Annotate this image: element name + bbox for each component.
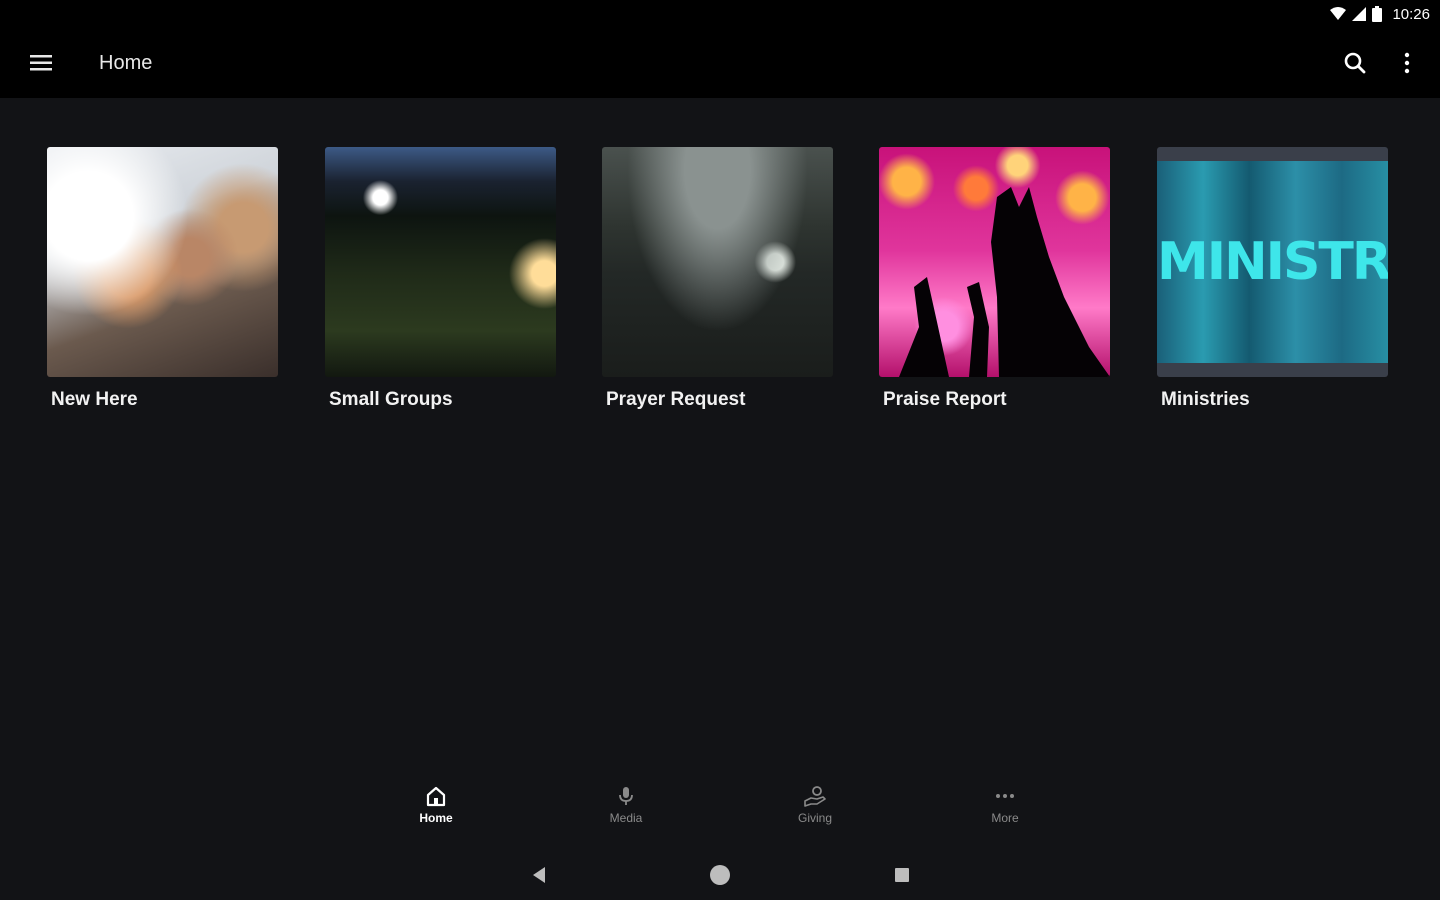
tile-small-groups[interactable]: Small Groups [325, 147, 556, 411]
search-icon [1344, 52, 1366, 74]
recents-icon [895, 868, 909, 882]
search-button[interactable] [1336, 44, 1374, 82]
bottom-navigation: Home Media Giving More [0, 785, 1440, 845]
page-title: Home [99, 52, 153, 74]
tile-label: Prayer Request [606, 389, 746, 410]
system-recents-button[interactable] [887, 860, 917, 890]
system-back-button[interactable] [524, 860, 554, 890]
tile-ministries[interactable]: MINISTRIES Ministries [1157, 147, 1388, 411]
more-horiz-icon [996, 794, 1014, 798]
home-icon [426, 786, 446, 807]
microphone-icon [619, 787, 633, 805]
nav-label: Media [609, 811, 643, 825]
overflow-menu-button[interactable] [1390, 44, 1424, 82]
clock-time: 10:26 [1392, 5, 1430, 23]
raised-hands-concert-photo [879, 147, 1110, 377]
nav-label: Home [419, 811, 453, 825]
nav-label: Giving [797, 811, 832, 825]
back-icon [533, 867, 545, 883]
tile-label: Praise Report [883, 389, 1007, 410]
signal-icon [1352, 7, 1367, 21]
system-home-button[interactable] [705, 860, 735, 890]
tile-new-here[interactable]: New Here [47, 147, 278, 411]
giving-hand-icon [804, 786, 826, 807]
tile-prayer-request[interactable]: Prayer Request [602, 147, 833, 411]
tile-label: New Here [51, 389, 138, 410]
app-bar: Home [0, 28, 1440, 98]
tile-label: Small Groups [329, 389, 453, 410]
system-navigation-bar [0, 848, 1440, 900]
battery-icon [1372, 6, 1383, 22]
ministries-graphic: MINISTRIES [1157, 147, 1388, 377]
nav-media[interactable]: Media [586, 785, 666, 843]
raised-hands-silhouette [899, 187, 1110, 377]
more-vert-icon [1404, 52, 1410, 74]
wifi-icon [1330, 7, 1347, 20]
nav-home[interactable]: Home [396, 785, 476, 843]
nav-label: More [991, 811, 1019, 825]
people-laughing-photo [47, 147, 278, 377]
home-circle-icon [710, 865, 730, 885]
worship-crowd-photo [602, 147, 833, 377]
menu-button[interactable] [22, 44, 60, 82]
tile-praise-report[interactable]: Praise Report [879, 147, 1110, 411]
ministries-graphic-text: MINISTRIES [1157, 232, 1388, 292]
tile-label: Ministries [1161, 389, 1250, 410]
nav-more[interactable]: More [965, 785, 1045, 843]
campfire-gathering-photo [325, 147, 556, 377]
menu-icon [30, 55, 52, 71]
status-bar: 10:26 [0, 0, 1440, 28]
nav-giving[interactable]: Giving [775, 785, 855, 843]
